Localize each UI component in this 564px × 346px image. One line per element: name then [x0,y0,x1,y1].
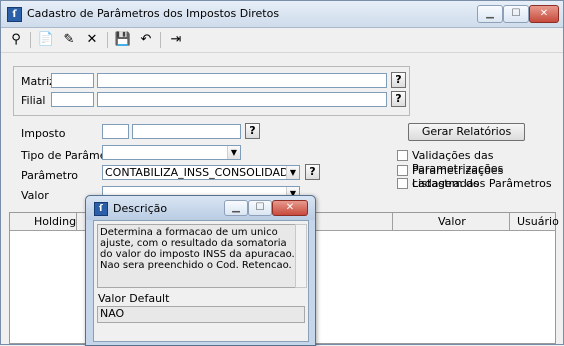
dialog-minimize-button[interactable]: ▁ [224,200,248,216]
close-button[interactable]: ✕ [529,5,559,23]
matriz-name-input[interactable] [97,73,387,88]
matriz-lookup-button[interactable]: ? [391,72,406,88]
memo-scrollbar[interactable] [295,224,307,288]
undo-icon[interactable]: ↶ [137,31,155,49]
dialog-body: Determina a formacao de um unico ajuste,… [93,220,309,342]
app-icon: ſ [7,7,22,22]
description-memo: Determina a formacao de um unico ajuste,… [97,224,299,288]
imposto-name-input[interactable] [132,124,241,139]
app-icon: ſ [94,202,108,216]
filial-code-input[interactable] [51,92,94,107]
dialog-close-button[interactable]: ✕ [272,200,308,216]
valor-label: Valor [21,189,49,202]
checkbox-validacoes[interactable] [397,150,408,161]
matriz-code-input[interactable] [51,73,94,88]
matriz-label: Matriz [21,75,55,88]
checkbox-listagem[interactable] [397,178,408,189]
new-doc-icon[interactable]: 📄 [37,31,55,49]
minimize-button[interactable]: ▁ [477,5,503,23]
filial-name-input[interactable] [97,92,387,107]
checkbox-parametrizacoes[interactable] [397,165,408,176]
toolbar-separator [160,32,161,48]
toolbar: ⚲ 📄 ✎ ✕ 💾 ↶ ⇥ [1,28,563,53]
imposto-code-input[interactable] [102,124,129,139]
imposto-lookup-button[interactable]: ? [245,123,260,139]
delete-icon[interactable]: ✕ [83,31,101,49]
column-separator [509,213,510,230]
chevron-down-icon: ▼ [227,146,240,159]
parametro-lookup-button[interactable]: ? [305,164,320,180]
parametro-label: Parâmetro [21,169,78,182]
exit-icon[interactable]: ⇥ [167,31,185,49]
imposto-label: Imposto [21,127,66,140]
filial-label: Filial [21,94,46,107]
parametro-select[interactable]: CONTABILIZA_INSS_CONSOLIDADO ▼ [102,165,300,180]
column-valor[interactable]: Valor [438,215,466,228]
filial-lookup-button[interactable]: ? [391,91,406,107]
tipo-parametro-select[interactable]: ▼ [102,145,241,160]
column-usuario[interactable]: Usuário [517,215,559,228]
descricao-dialog: ſ Descrição ▁ ☐ ✕ Determina a formacao d… [85,195,316,346]
dialog-title-bar: ſ Descrição ▁ ☐ ✕ [86,196,315,220]
gerar-relatorios-button[interactable]: Gerar Relatórios [408,123,525,141]
chevron-down-icon: ▼ [286,166,299,179]
save-icon[interactable]: 💾 [114,31,132,49]
dialog-maximize-button[interactable]: ☐ [248,200,272,216]
parametro-value: CONTABILIZA_INSS_CONSOLIDADO [105,166,298,179]
title-bar: ſ Cadastro de Parâmetros dos Impostos Di… [1,1,563,28]
column-separator [392,213,393,230]
window-title: Cadastro de Parâmetros dos Impostos Dire… [27,7,280,20]
valor-default-label: Valor Default [98,292,170,305]
binoculars-icon[interactable]: ⚲ [7,31,25,49]
edit-icon[interactable]: ✎ [60,31,78,49]
maximize-button[interactable]: ☐ [503,5,529,23]
checkbox-listagem-label: Listagem dos Parâmetros [412,177,552,190]
toolbar-separator [107,32,108,48]
toolbar-separator [30,32,31,48]
column-separator [76,213,77,230]
dialog-title: Descrição [113,202,168,215]
valor-default-field: NAO [97,306,305,323]
column-holding[interactable]: Holding [34,215,76,228]
